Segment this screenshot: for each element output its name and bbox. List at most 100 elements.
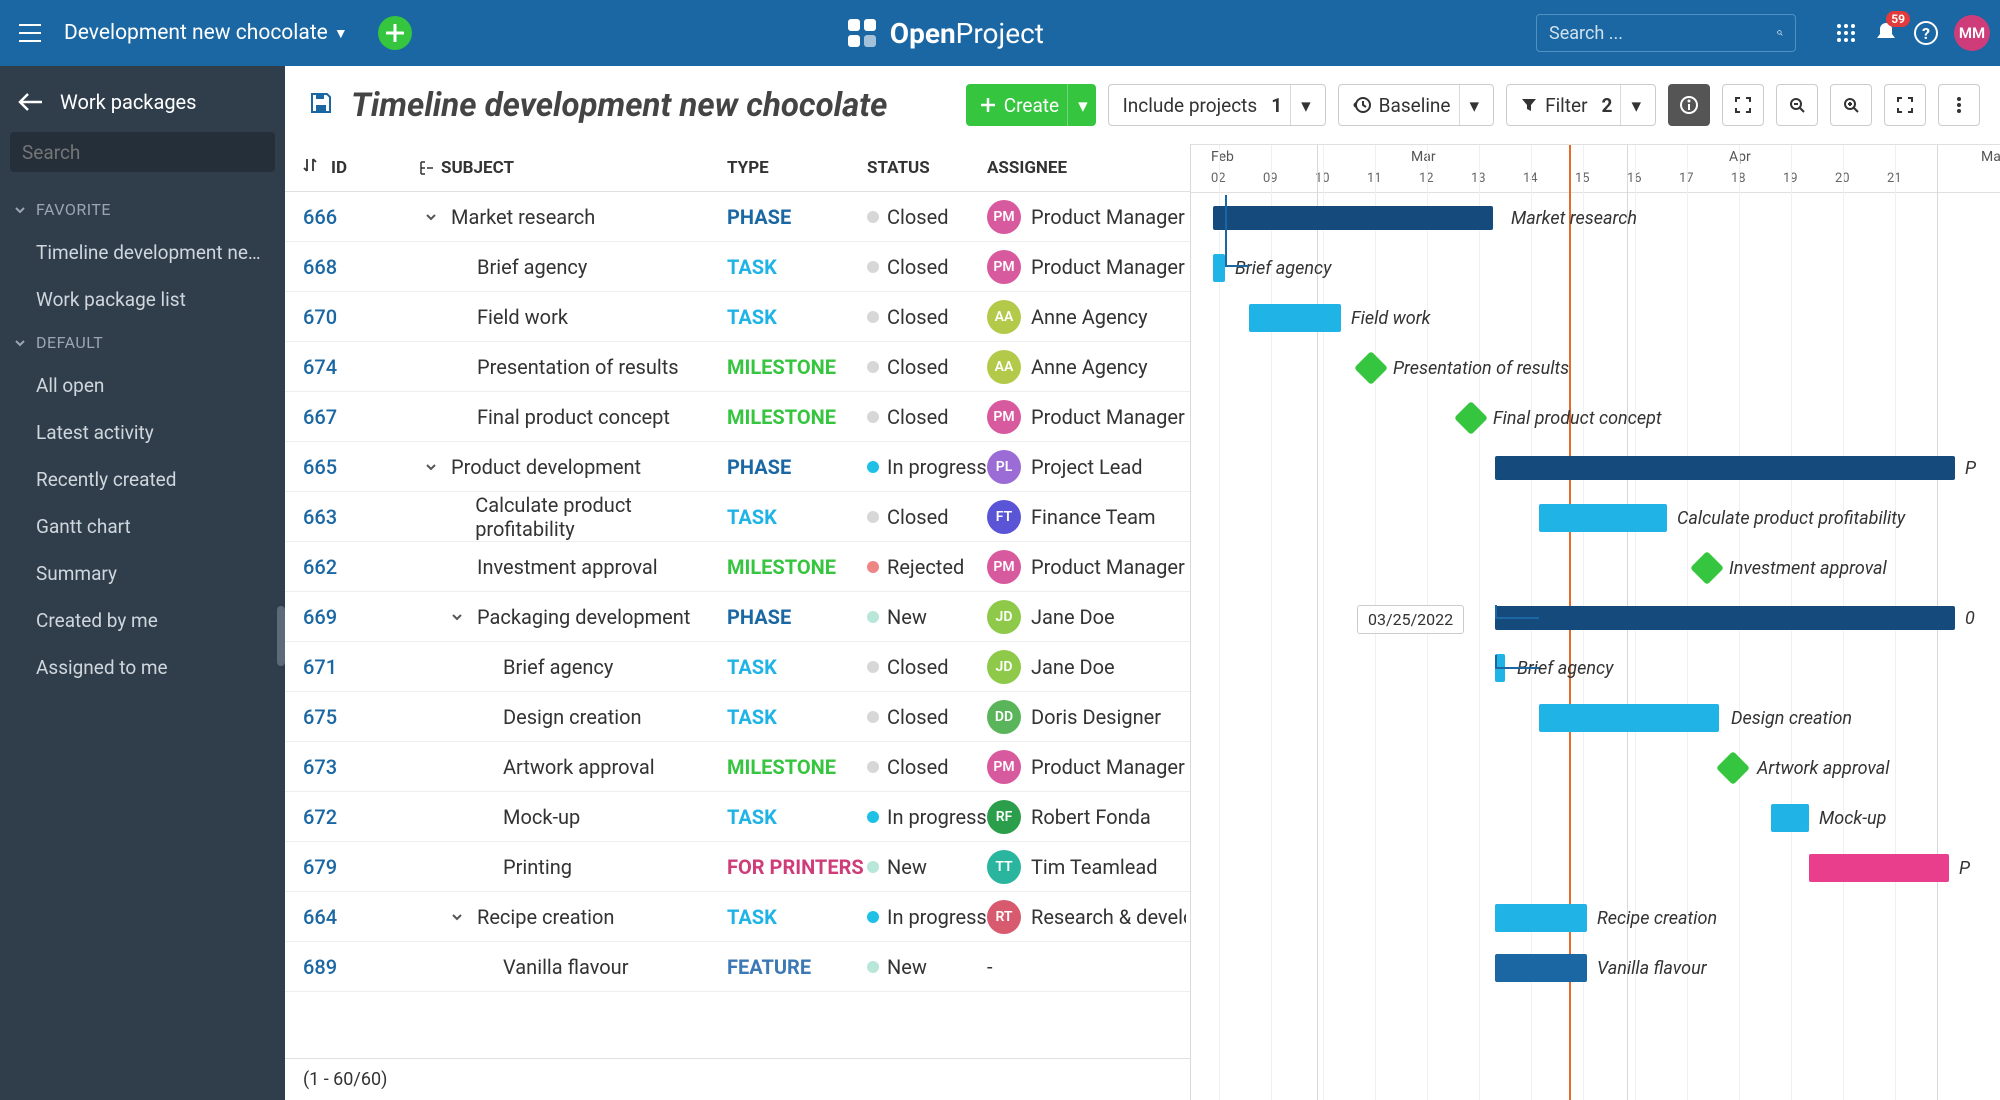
gantt-row[interactable]: Brief agency	[1191, 643, 2000, 693]
row-id[interactable]: 669	[303, 605, 419, 629]
gantt-row[interactable]: Design creation	[1191, 693, 2000, 743]
col-subject[interactable]: SUBJECT	[419, 158, 727, 178]
zen-button[interactable]	[1776, 84, 1818, 126]
user-avatar[interactable]: MM	[1954, 15, 1990, 51]
include-projects-button[interactable]: Include projects 1 ▾	[1108, 84, 1326, 126]
gantt-bar[interactable]	[1495, 954, 1587, 982]
table-row[interactable]: 671Brief agencyTASKClosedJDJane Doe	[285, 642, 1190, 692]
row-id[interactable]: 665	[303, 455, 419, 479]
gantt-row[interactable]: P	[1191, 443, 2000, 493]
sidebar-header[interactable]: Work packages	[0, 76, 285, 132]
sidebar-group-header[interactable]: DEFAULT	[0, 323, 285, 362]
apps-icon[interactable]	[1826, 13, 1866, 53]
gantt-row[interactable]: Market research	[1191, 193, 2000, 243]
sidebar-item[interactable]: Latest activity	[0, 409, 285, 456]
sidebar-item[interactable]: Assigned to me	[0, 644, 285, 691]
expand-toggle-icon[interactable]	[419, 461, 443, 473]
global-search[interactable]	[1536, 14, 1796, 52]
gantt-row[interactable]: Final product concept	[1191, 393, 2000, 443]
gantt-row[interactable]: Mock-up	[1191, 793, 2000, 843]
table-row[interactable]: 670Field workTASKClosedAAAnne Agency	[285, 292, 1190, 342]
row-id[interactable]: 667	[303, 405, 419, 429]
sidebar-item[interactable]: Timeline development new chocolate	[0, 229, 285, 276]
chevron-down-icon[interactable]: ▾	[1459, 85, 1480, 125]
row-id[interactable]: 663	[303, 505, 419, 529]
table-row[interactable]: 674Presentation of resultsMILESTONEClose…	[285, 342, 1190, 392]
gantt-row[interactable]: Investment approval	[1191, 543, 2000, 593]
sidebar-item[interactable]: Created by me	[0, 597, 285, 644]
filter-button[interactable]: Filter 2 ▾	[1506, 84, 1656, 126]
sidebar-item[interactable]: Summary	[0, 550, 285, 597]
expand-toggle-icon[interactable]	[445, 911, 469, 923]
table-row[interactable]: 667Final product conceptMILESTONEClosedP…	[285, 392, 1190, 442]
table-row[interactable]: 664Recipe creationTASKIn progressRTResea…	[285, 892, 1190, 942]
table-row[interactable]: 668Brief agencyTASKClosedPMProduct Manag…	[285, 242, 1190, 292]
create-button[interactable]: Create ▾	[966, 84, 1096, 126]
table-row[interactable]: 665Product developmentPHASEIn progressPL…	[285, 442, 1190, 492]
row-id[interactable]: 689	[303, 955, 419, 979]
table-row[interactable]: 673Artwork approvalMILESTONEClosedPMProd…	[285, 742, 1190, 792]
quick-add-button[interactable]	[378, 16, 412, 50]
row-id[interactable]: 679	[303, 855, 419, 879]
help-icon[interactable]: ?	[1906, 13, 1946, 53]
row-id[interactable]: 675	[303, 705, 419, 729]
gantt-bar[interactable]	[1249, 304, 1341, 332]
gantt-row[interactable]: Vanilla flavour	[1191, 943, 2000, 993]
notifications-icon[interactable]: 59	[1866, 13, 1906, 53]
gantt-row[interactable]: P	[1191, 843, 2000, 893]
gantt-milestone[interactable]	[1716, 751, 1750, 785]
gantt-bar[interactable]	[1213, 206, 1493, 230]
project-name[interactable]: Development new chocolate	[64, 21, 328, 45]
sidebar-group-header[interactable]: FAVORITE	[0, 190, 285, 229]
gantt-row[interactable]: Presentation of results	[1191, 343, 2000, 393]
row-id[interactable]: 673	[303, 755, 419, 779]
col-type[interactable]: TYPE	[727, 158, 867, 178]
sort-icon[interactable]	[303, 156, 331, 179]
back-arrow-icon[interactable]	[18, 92, 42, 112]
gantt-row[interactable]: Calculate product profitability	[1191, 493, 2000, 543]
create-dropdown-icon[interactable]: ▾	[1067, 84, 1088, 126]
table-row[interactable]: 675Design creationTASKClosedDDDoris Desi…	[285, 692, 1190, 742]
expand-toggle-icon[interactable]	[445, 611, 469, 623]
table-row[interactable]: 679PrintingFOR PRINTERSNewTTTim Teamlead	[285, 842, 1190, 892]
gantt-milestone[interactable]	[1454, 401, 1488, 435]
gantt-bar[interactable]	[1495, 904, 1587, 932]
gantt-chart[interactable]: FebMarMayApr0209101112131415161718192021…	[1191, 144, 2000, 1100]
scrollbar-thumb[interactable]	[277, 606, 285, 666]
row-id[interactable]: 668	[303, 255, 419, 279]
sidebar-item[interactable]: Recently created	[0, 456, 285, 503]
sidebar-item[interactable]: Work package list	[0, 276, 285, 323]
gantt-row[interactable]: Field work	[1191, 293, 2000, 343]
gantt-bar[interactable]	[1495, 456, 1955, 480]
table-row[interactable]: 662Investment approvalMILESTONERejectedP…	[285, 542, 1190, 592]
row-id[interactable]: 672	[303, 805, 419, 829]
table-row[interactable]: 663Calculate product profitabilityTASKCl…	[285, 492, 1190, 542]
gantt-milestone[interactable]	[1354, 351, 1388, 385]
sidebar-item[interactable]: Gantt chart	[0, 503, 285, 550]
chevron-down-icon[interactable]: ▾	[1290, 85, 1311, 125]
gantt-row[interactable]: 003/25/2022	[1191, 593, 2000, 643]
gantt-bar[interactable]	[1539, 704, 1719, 732]
table-row[interactable]: 672Mock-upTASKIn progressRFRobert Fonda	[285, 792, 1190, 842]
more-button[interactable]	[1938, 84, 1980, 126]
gantt-bar[interactable]	[1539, 504, 1667, 532]
row-id[interactable]: 670	[303, 305, 419, 329]
info-button[interactable]	[1668, 84, 1710, 126]
row-id[interactable]: 664	[303, 905, 419, 929]
col-status[interactable]: STATUS	[867, 158, 987, 178]
project-caret-icon[interactable]: ▼	[334, 25, 348, 42]
table-row[interactable]: 669Packaging developmentPHASENewJDJane D…	[285, 592, 1190, 642]
col-assignee[interactable]: ASSIGNEE	[987, 158, 1190, 178]
gantt-row[interactable]: Brief agency	[1191, 243, 2000, 293]
global-search-input[interactable]	[1549, 23, 1777, 44]
gantt-bar[interactable]	[1213, 254, 1225, 282]
gantt-bar[interactable]	[1809, 854, 1949, 882]
fullscreen-button[interactable]	[1722, 84, 1764, 126]
save-icon[interactable]	[309, 91, 333, 119]
chevron-down-icon[interactable]: ▾	[1620, 85, 1641, 125]
baseline-button[interactable]: Baseline ▾	[1338, 84, 1494, 126]
expand-toggle-icon[interactable]	[419, 211, 443, 223]
zoom-in-button[interactable]	[1830, 84, 1872, 126]
table-row[interactable]: 666Market researchPHASEClosedPMProduct M…	[285, 192, 1190, 242]
row-id[interactable]: 671	[303, 655, 419, 679]
